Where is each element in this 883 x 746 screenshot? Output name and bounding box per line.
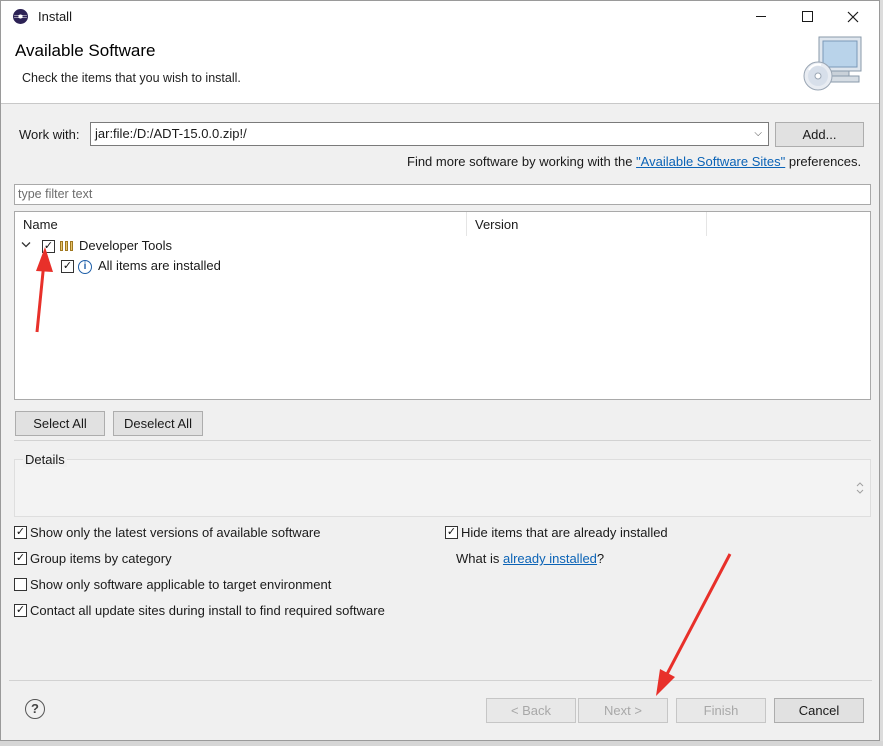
column-name[interactable]: Name xyxy=(15,212,467,236)
scroll-arrows-icon[interactable] xyxy=(856,480,864,496)
work-with-label: Work with: xyxy=(19,127,80,142)
close-button[interactable] xyxy=(830,1,876,32)
more-software-hint: Find more software by working with the "… xyxy=(407,154,861,169)
contact-sites-label: Contact all update sites during install … xyxy=(30,603,385,618)
latest-versions-label: Show only the latest versions of availab… xyxy=(30,525,321,540)
divider xyxy=(9,680,872,681)
page-subtitle: Check the items that you wish to install… xyxy=(22,71,241,85)
what-is-installed-text: What is already installed? xyxy=(456,551,604,566)
close-icon xyxy=(847,11,859,22)
what-is-prefix: What is xyxy=(456,551,500,566)
help-icon[interactable]: ? xyxy=(25,699,45,719)
maximize-icon xyxy=(801,11,813,22)
what-is-suffix: ? xyxy=(596,551,605,566)
column-version[interactable]: Version xyxy=(467,212,707,236)
hide-installed-checkbox[interactable]: ✓ xyxy=(445,526,458,539)
tree-item-all-installed[interactable]: All items are installed xyxy=(98,258,221,273)
header-banner: Available Software Check the items that … xyxy=(1,32,879,104)
next-button[interactable]: Next > xyxy=(578,698,668,723)
title-bar: Install xyxy=(1,1,879,32)
finish-button[interactable]: Finish xyxy=(676,698,766,723)
hide-installed-label: Hide items that are already installed xyxy=(461,525,668,540)
target-environment-checkbox[interactable] xyxy=(14,578,27,591)
install-dialog: Install Available Software Check the ite… xyxy=(0,0,880,741)
minimize-button[interactable] xyxy=(738,1,784,32)
available-software-sites-link[interactable]: "Available Software Sites" xyxy=(636,154,785,169)
deselect-all-button[interactable]: Deselect All xyxy=(113,411,203,436)
all-items-checkbox[interactable]: ✓ xyxy=(61,260,74,273)
work-with-value: jar:file:/D:/ADT-15.0.0.zip!/ xyxy=(95,126,247,141)
hint-suffix: preferences. xyxy=(788,154,862,169)
desktop-background xyxy=(0,741,883,746)
details-label: Details xyxy=(23,452,67,467)
developer-tools-checkbox[interactable]: ✓ xyxy=(42,240,55,253)
divider xyxy=(14,440,871,441)
work-with-combo[interactable]: jar:file:/D:/ADT-15.0.0.zip!/ ⌵ xyxy=(90,122,769,146)
info-icon: i xyxy=(78,260,92,274)
column-divider xyxy=(706,212,707,236)
chevron-down-icon[interactable] xyxy=(21,241,31,249)
page-title: Available Software xyxy=(15,41,156,60)
group-by-category-label: Group items by category xyxy=(30,551,172,566)
select-all-button[interactable]: Select All xyxy=(15,411,105,436)
software-tree: Name Version ✓ Developer Tools ✓ i All i… xyxy=(14,211,871,400)
window-title: Install xyxy=(38,9,72,24)
filter-input[interactable]: type filter text xyxy=(14,184,871,205)
details-group: Details xyxy=(14,452,871,517)
install-cd-monitor-icon xyxy=(803,36,862,91)
package-icon xyxy=(60,241,74,251)
latest-versions-checkbox[interactable]: ✓ xyxy=(14,526,27,539)
already-installed-link[interactable]: already installed xyxy=(503,551,597,566)
maximize-button[interactable] xyxy=(784,1,830,32)
back-button[interactable]: < Back xyxy=(486,698,576,723)
contact-sites-checkbox[interactable]: ✓ xyxy=(14,604,27,617)
chevron-down-icon[interactable]: ⌵ xyxy=(754,128,762,139)
eclipse-icon xyxy=(13,9,28,24)
add-site-button[interactable]: Add... xyxy=(775,122,864,147)
group-by-category-checkbox[interactable]: ✓ xyxy=(14,552,27,565)
cancel-button[interactable]: Cancel xyxy=(774,698,864,723)
hint-prefix: Find more software by working with the xyxy=(407,154,633,169)
minimize-icon xyxy=(756,16,766,17)
tree-item-developer-tools[interactable]: Developer Tools xyxy=(79,238,172,253)
target-environment-label: Show only software applicable to target … xyxy=(30,577,332,592)
